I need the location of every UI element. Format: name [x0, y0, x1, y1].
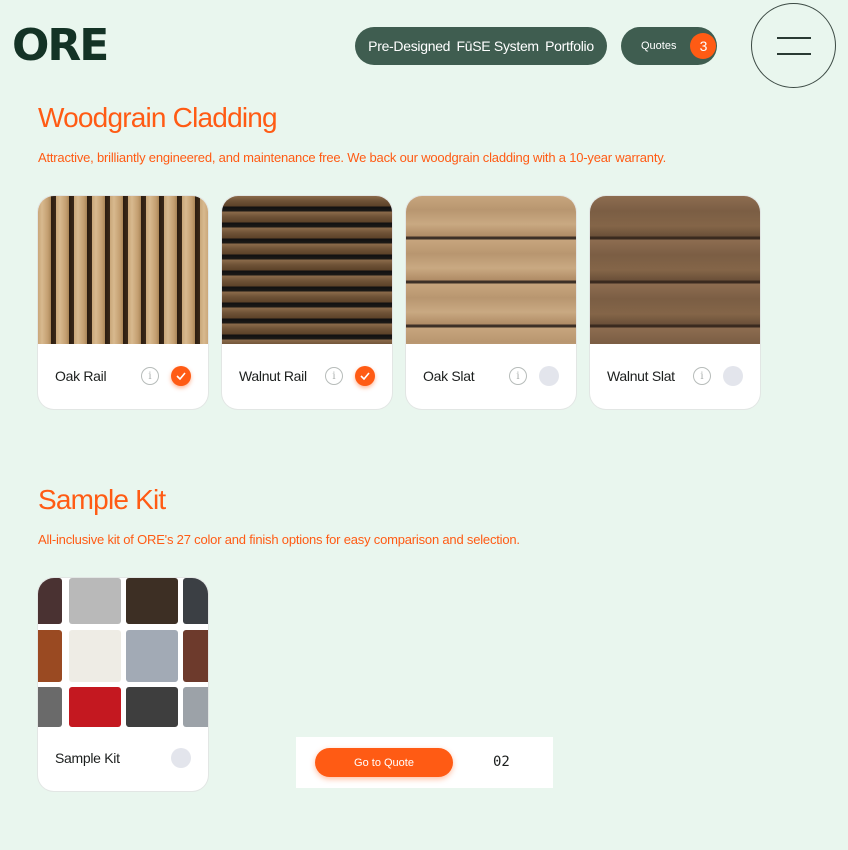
- sample-kit-title: Sample Kit: [38, 484, 166, 515]
- product-card-walnut-rail[interactable]: Walnut Rail i: [222, 196, 392, 409]
- product-card-oak-rail[interactable]: Oak Rail i: [38, 196, 208, 409]
- quotes-button[interactable]: Quotes 3: [621, 27, 717, 65]
- oak-slat-texture: [406, 196, 576, 344]
- quote-bar: Go to Quote 02: [296, 737, 553, 788]
- select-toggle-checked[interactable]: [355, 366, 375, 386]
- color-swatch: [126, 687, 178, 727]
- woodgrain-title: Woodgrain Cladding: [38, 102, 278, 133]
- nav-pre-designed[interactable]: Pre-Designed: [368, 38, 450, 54]
- color-swatch: [126, 630, 178, 682]
- select-toggle-unchecked[interactable]: [171, 748, 191, 768]
- color-swatch: [38, 687, 62, 727]
- color-swatch: [183, 630, 208, 682]
- card-name: Sample Kit: [55, 750, 120, 766]
- quotes-label: Quotes: [641, 40, 677, 52]
- card-name: Walnut Slat: [607, 368, 675, 384]
- walnut-slat-texture: [590, 196, 760, 344]
- color-swatch: [69, 687, 121, 727]
- ore-logo[interactable]: ORE: [12, 24, 109, 68]
- color-swatch: [69, 578, 121, 624]
- color-swatch: [126, 578, 178, 624]
- nav-portfolio[interactable]: Portfolio: [545, 38, 594, 54]
- menu-line-bottom: [776, 52, 811, 55]
- check-icon: [176, 372, 186, 380]
- color-swatch: [183, 687, 208, 727]
- go-to-quote-button[interactable]: Go to Quote: [315, 748, 453, 777]
- menu-line-top: [776, 36, 811, 39]
- sample-kit-swatch-grid: [38, 578, 208, 742]
- card-name: Oak Rail: [55, 368, 107, 384]
- color-swatch: [69, 630, 121, 682]
- card-name: Walnut Rail: [239, 368, 307, 384]
- color-swatch: [38, 630, 62, 682]
- select-toggle-unchecked[interactable]: [723, 366, 743, 386]
- hamburger-menu-button[interactable]: [751, 3, 836, 88]
- card-name: Oak Slat: [423, 368, 475, 384]
- select-toggle-unchecked[interactable]: [539, 366, 559, 386]
- main-nav: Pre-Designed FūSE System Portfolio: [355, 27, 607, 65]
- select-toggle-checked[interactable]: [171, 366, 191, 386]
- walnut-rail-texture: [222, 196, 392, 344]
- woodgrain-subtitle: Attractive, brilliantly engineered, and …: [38, 150, 666, 165]
- color-swatch: [183, 578, 208, 624]
- quotes-count-badge: 3: [690, 33, 717, 59]
- info-icon[interactable]: i: [693, 367, 711, 385]
- quote-item-count: 02: [493, 754, 510, 770]
- nav-fuse-system[interactable]: FūSE System: [457, 38, 540, 54]
- product-card-oak-slat[interactable]: Oak Slat i: [406, 196, 576, 409]
- color-swatch: [38, 578, 62, 624]
- info-icon[interactable]: i: [325, 367, 343, 385]
- oak-rail-texture: [38, 196, 208, 344]
- product-card-walnut-slat[interactable]: Walnut Slat i: [590, 196, 760, 409]
- info-icon[interactable]: i: [141, 367, 159, 385]
- sample-kit-subtitle: All-inclusive kit of ORE's 27 color and …: [38, 532, 520, 547]
- product-card-sample-kit[interactable]: Sample Kit: [38, 578, 208, 791]
- check-icon: [360, 372, 370, 380]
- info-icon[interactable]: i: [509, 367, 527, 385]
